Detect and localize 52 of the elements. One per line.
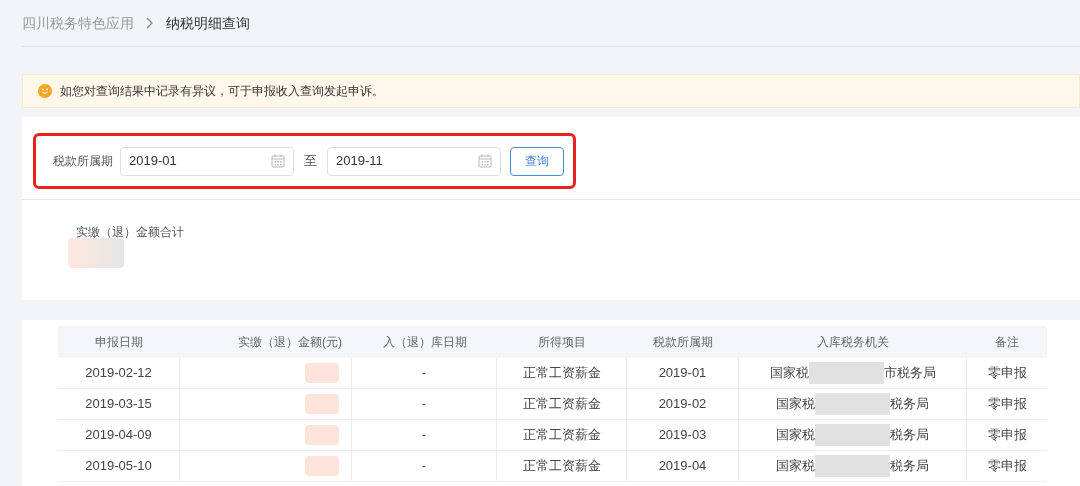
- query-button[interactable]: 查询: [510, 146, 564, 176]
- range-separator: 至: [303, 152, 318, 171]
- column-header: 所得项目: [537, 334, 587, 351]
- table-cell-text: 税务局: [890, 395, 929, 414]
- table-cell: 2019-04-09: [58, 420, 180, 450]
- notice-text: 如您对查询结果中记录有异议，可于申报收入查询发起申诉。: [60, 83, 384, 100]
- table-cell: 正常工资薪金: [497, 358, 627, 388]
- table-cell-text: 税务局: [890, 426, 929, 445]
- column-header: 备注: [994, 334, 1020, 351]
- table-cell: 2019-02: [627, 389, 739, 419]
- column-header: 入（退）库日期: [381, 334, 468, 351]
- breadcrumb-current: 纳税明细查询: [166, 13, 250, 33]
- table-cell-text: 国家税: [776, 395, 815, 414]
- column-header: 申报日期: [94, 334, 144, 351]
- redaction-mask: [68, 238, 124, 268]
- chevron-right-icon: [146, 17, 154, 29]
- redaction-mask: [305, 363, 339, 383]
- table-cell: 2019-05-10: [58, 451, 180, 481]
- table-cell: 2019-01: [627, 358, 739, 388]
- table-cell-text: 零申报: [986, 457, 1028, 476]
- calendar-icon: [271, 154, 285, 168]
- redaction-mask: [305, 425, 339, 445]
- table-cell-text: 零申报: [986, 426, 1028, 445]
- column-header: 实缴（退）金额(元): [237, 334, 343, 351]
- table-cell: -: [352, 389, 497, 419]
- table-cell-text: 国家税: [776, 457, 815, 476]
- redaction-mask: [305, 394, 339, 414]
- calendar-icon: [478, 154, 492, 168]
- table-cell: 正常工资薪金: [497, 389, 627, 419]
- table-cell-text: 市税务局: [883, 364, 936, 383]
- table-cell: 2019-04: [627, 451, 739, 481]
- smiley-icon: [38, 84, 52, 98]
- table-cell-text: 零申报: [986, 395, 1028, 414]
- table-cell-text: 国家税: [776, 426, 815, 445]
- period-label: 税款所属期: [53, 153, 113, 170]
- table-cell: 2019-03: [627, 420, 739, 450]
- table-cell-text: 税务局: [890, 457, 929, 476]
- table-cell: 正常工资薪金: [497, 420, 627, 450]
- table-cell: -: [352, 451, 497, 481]
- total-amount-label: 实缴（退）金额合计: [76, 224, 185, 241]
- table-cell: -: [352, 358, 497, 388]
- table-cell: 2019-03-15: [58, 389, 180, 419]
- table-cell-text: 零申报: [986, 364, 1028, 383]
- table-cell: 正常工资薪金: [497, 451, 627, 481]
- table-cell: 2019-02-12: [58, 358, 180, 388]
- column-header: 税款所属期: [652, 334, 714, 351]
- column-header: 入库税务机关: [816, 334, 890, 351]
- redaction-mask: [305, 456, 339, 476]
- date-field[interactable]: 2019-11: [327, 146, 501, 176]
- table-cell: -: [352, 420, 497, 450]
- table-cell-text: 国家税: [769, 364, 809, 383]
- date-field[interactable]: 2019-01: [120, 146, 294, 176]
